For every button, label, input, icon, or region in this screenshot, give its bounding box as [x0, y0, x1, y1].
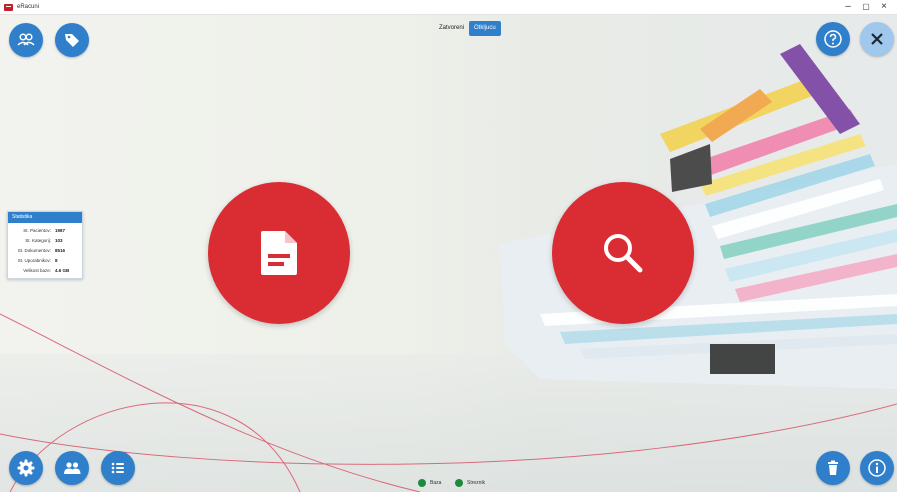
- database-status-label: Baza: [430, 480, 442, 486]
- info-button[interactable]: [860, 451, 894, 485]
- server-status: Streznik: [455, 479, 485, 487]
- help-button[interactable]: [816, 22, 850, 56]
- app-logo-icon: [4, 3, 13, 11]
- group-icon: [64, 462, 81, 474]
- stat-row: St. Kategorij: 103: [8, 236, 82, 246]
- mode-toggle: Zatvoreni Otkljucu: [434, 21, 501, 36]
- window-close-button[interactable]: ×: [873, 0, 895, 14]
- gear-icon: [17, 459, 35, 477]
- stat-label: St. Pacientov:: [23, 228, 51, 233]
- info-icon: [868, 459, 886, 477]
- background-paper-stack: [0, 44, 897, 492]
- group-button[interactable]: [55, 451, 89, 485]
- stat-value: 1987: [55, 228, 66, 233]
- new-document-button[interactable]: [208, 182, 350, 324]
- stat-value: 4.6 GB: [55, 268, 70, 273]
- stat-row: St. Pacientov: 1987: [8, 226, 82, 236]
- stat-value: 103: [55, 238, 63, 243]
- statistics-title: Statistika: [8, 212, 82, 223]
- stat-label: St. Dokumentov:: [17, 248, 51, 253]
- settings-button[interactable]: [9, 451, 43, 485]
- window-title: eRacuni: [17, 4, 40, 10]
- users-button[interactable]: [9, 23, 43, 57]
- status-dot-icon: [455, 479, 463, 487]
- trash-icon: [828, 460, 838, 475]
- tag-icon: [65, 34, 79, 47]
- server-status-label: Streznik: [467, 480, 486, 486]
- stat-label: Velikost baze:: [23, 268, 51, 273]
- close-app-button[interactable]: [860, 22, 894, 56]
- database-status: Baza: [418, 479, 441, 487]
- question-icon: [824, 30, 842, 48]
- list-icon: [111, 462, 124, 474]
- stat-value: 8516: [55, 248, 66, 253]
- title-bar: eRacuni – ▢ ×: [0, 0, 897, 15]
- tags-button[interactable]: [55, 23, 89, 57]
- search-button[interactable]: [552, 182, 694, 324]
- stat-label: St. Kategorij:: [25, 238, 51, 243]
- statistics-panel: Statistika St. Pacientov: 1987 St. Kateg…: [7, 211, 83, 279]
- search-icon: [604, 234, 643, 273]
- close-icon: [871, 33, 883, 45]
- stat-value: 8: [55, 258, 58, 263]
- mode-closed-option[interactable]: Zatvoreni: [434, 21, 469, 36]
- status-dot-icon: [418, 479, 426, 487]
- delete-button[interactable]: [816, 451, 850, 485]
- stat-label: St. Uporabnikov:: [17, 258, 51, 263]
- stat-row: St. Uporabnikov: 8: [8, 256, 82, 266]
- document-icon: [261, 231, 297, 275]
- stat-row: St. Dokumentov: 8516: [8, 246, 82, 256]
- mode-open-option[interactable]: Otkljucu: [469, 21, 501, 36]
- stat-row: Velikost baze: 4.6 GB: [8, 266, 82, 276]
- list-button[interactable]: [101, 451, 135, 485]
- users-icon: [17, 33, 35, 46]
